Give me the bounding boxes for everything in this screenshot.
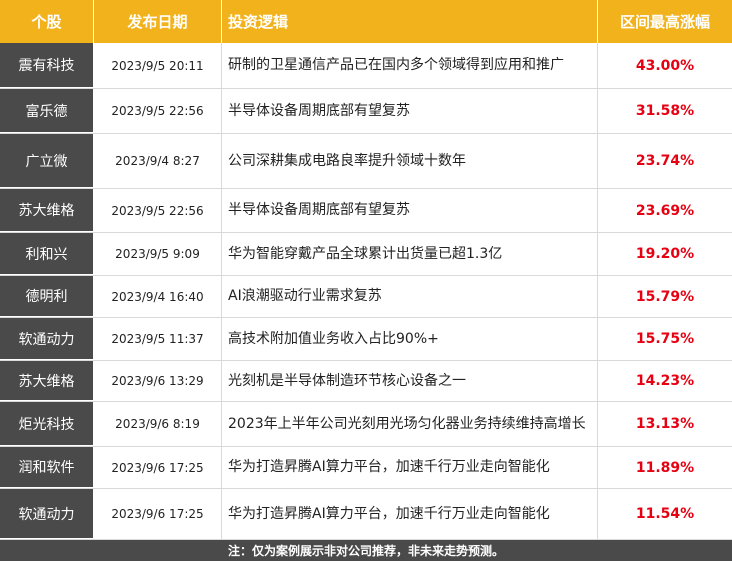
- header-stock: 个股: [0, 0, 94, 43]
- investment-logic: 半导体设备周期底部有望复苏: [222, 89, 598, 133]
- table-row: 德明利 2023/9/4 16:40 AI浪潮驱动行业需求复苏 15.79%: [0, 276, 732, 318]
- table-row: 广立微 2023/9/4 8:27 公司深耕集成电路良率提升领域十数年 23.7…: [0, 134, 732, 189]
- stock-name: 润和软件: [0, 447, 94, 488]
- table-row: 软通动力 2023/9/6 17:25 华为打造昇腾AI算力平台，加速千行万业走…: [0, 489, 732, 540]
- max-gain: 31.58%: [635, 103, 695, 119]
- investment-logic: 华为智能穿戴产品全球累计出货量已超1.3亿: [222, 233, 598, 275]
- max-gain: 19.20%: [635, 246, 695, 262]
- table-row: 苏大维格 2023/9/5 22:56 半导体设备周期底部有望复苏 23.69%: [0, 189, 732, 233]
- publish-date: 2023/9/6 17:25: [94, 489, 222, 539]
- max-gain: 13.13%: [635, 416, 695, 432]
- publish-date: 2023/9/6 13:29: [94, 361, 222, 401]
- table-row: 苏大维格 2023/9/6 13:29 光刻机是半导体制造环节核心设备之一 14…: [0, 361, 732, 402]
- stock-name: 震有科技: [0, 43, 94, 88]
- stock-name: 广立微: [0, 134, 94, 188]
- publish-date: 2023/9/5 9:09: [94, 233, 222, 275]
- table-row: 炬光科技 2023/9/6 8:19 2023年上半年公司光刻用光场匀化器业务持…: [0, 402, 732, 447]
- investment-logic: 公司深耕集成电路良率提升领域十数年: [222, 134, 598, 188]
- disclaimer-footer: 注：仅为案例展示非对公司推荐，非未来走势预测。: [0, 540, 732, 561]
- stock-name: 利和兴: [0, 233, 94, 275]
- publish-date: 2023/9/5 22:56: [94, 89, 222, 133]
- max-gain: 11.54%: [635, 506, 695, 522]
- investment-logic: 光刻机是半导体制造环节核心设备之一: [222, 361, 598, 401]
- publish-date: 2023/9/5 20:11: [94, 43, 222, 88]
- publish-date: 2023/9/6 8:19: [94, 402, 222, 446]
- header-gain: 区间最高涨幅: [619, 13, 710, 31]
- stock-name: 炬光科技: [0, 402, 94, 446]
- max-gain: 15.75%: [635, 331, 695, 347]
- stock-name: 富乐德: [0, 89, 94, 133]
- publish-date: 2023/9/4 8:27: [94, 134, 222, 188]
- stock-name: 苏大维格: [0, 189, 94, 232]
- max-gain: 11.89%: [635, 459, 695, 476]
- table-row: 震有科技 2023/9/5 20:11 研制的卫星通信产品已在国内多个领域得到应…: [0, 43, 732, 89]
- investment-logic: 高技术附加值业务收入占比90%+: [222, 318, 598, 360]
- table-row: 润和软件 2023/9/6 17:25 华为打造昇腾AI算力平台，加速千行万业走…: [0, 447, 732, 489]
- table-row: 利和兴 2023/9/5 9:09 华为智能穿戴产品全球累计出货量已超1.3亿 …: [0, 233, 732, 276]
- investment-logic: 2023年上半年公司光刻用光场匀化器业务持续维持高增长: [222, 402, 598, 446]
- header-date: 发布日期: [94, 0, 222, 43]
- table-row: 软通动力 2023/9/5 11:37 高技术附加值业务收入占比90%+ 15.…: [0, 318, 732, 361]
- max-gain: 14.23%: [635, 373, 695, 389]
- max-gain: 23.74%: [635, 153, 695, 169]
- stock-table: 个股 发布日期 投资逻辑 区间最高涨幅 震有科技 2023/9/5 20:11 …: [0, 0, 732, 561]
- header-logic: 投资逻辑: [222, 0, 598, 43]
- stock-name: 软通动力: [0, 318, 94, 360]
- investment-logic: 华为打造昇腾AI算力平台，加速千行万业走向智能化: [222, 447, 598, 488]
- max-gain: 43.00%: [635, 57, 695, 74]
- publish-date: 2023/9/5 11:37: [94, 318, 222, 360]
- investment-logic: AI浪潮驱动行业需求复苏: [222, 276, 598, 317]
- stock-name: 软通动力: [0, 489, 94, 539]
- max-gain: 15.79%: [635, 288, 695, 305]
- investment-logic: 研制的卫星通信产品已在国内多个领域得到应用和推广: [222, 43, 598, 88]
- publish-date: 2023/9/4 16:40: [94, 276, 222, 317]
- table-header: 个股 发布日期 投资逻辑 区间最高涨幅: [0, 0, 732, 43]
- stock-name: 德明利: [0, 276, 94, 317]
- max-gain: 23.69%: [635, 202, 695, 219]
- table-row: 富乐德 2023/9/5 22:56 半导体设备周期底部有望复苏 31.58%: [0, 89, 732, 134]
- investment-logic: 华为打造昇腾AI算力平台，加速千行万业走向智能化: [222, 489, 598, 539]
- investment-logic: 半导体设备周期底部有望复苏: [222, 189, 598, 232]
- table-body: 震有科技 2023/9/5 20:11 研制的卫星通信产品已在国内多个领域得到应…: [0, 43, 732, 540]
- stock-name: 苏大维格: [0, 361, 94, 401]
- publish-date: 2023/9/6 17:25: [94, 447, 222, 488]
- publish-date: 2023/9/5 22:56: [94, 189, 222, 232]
